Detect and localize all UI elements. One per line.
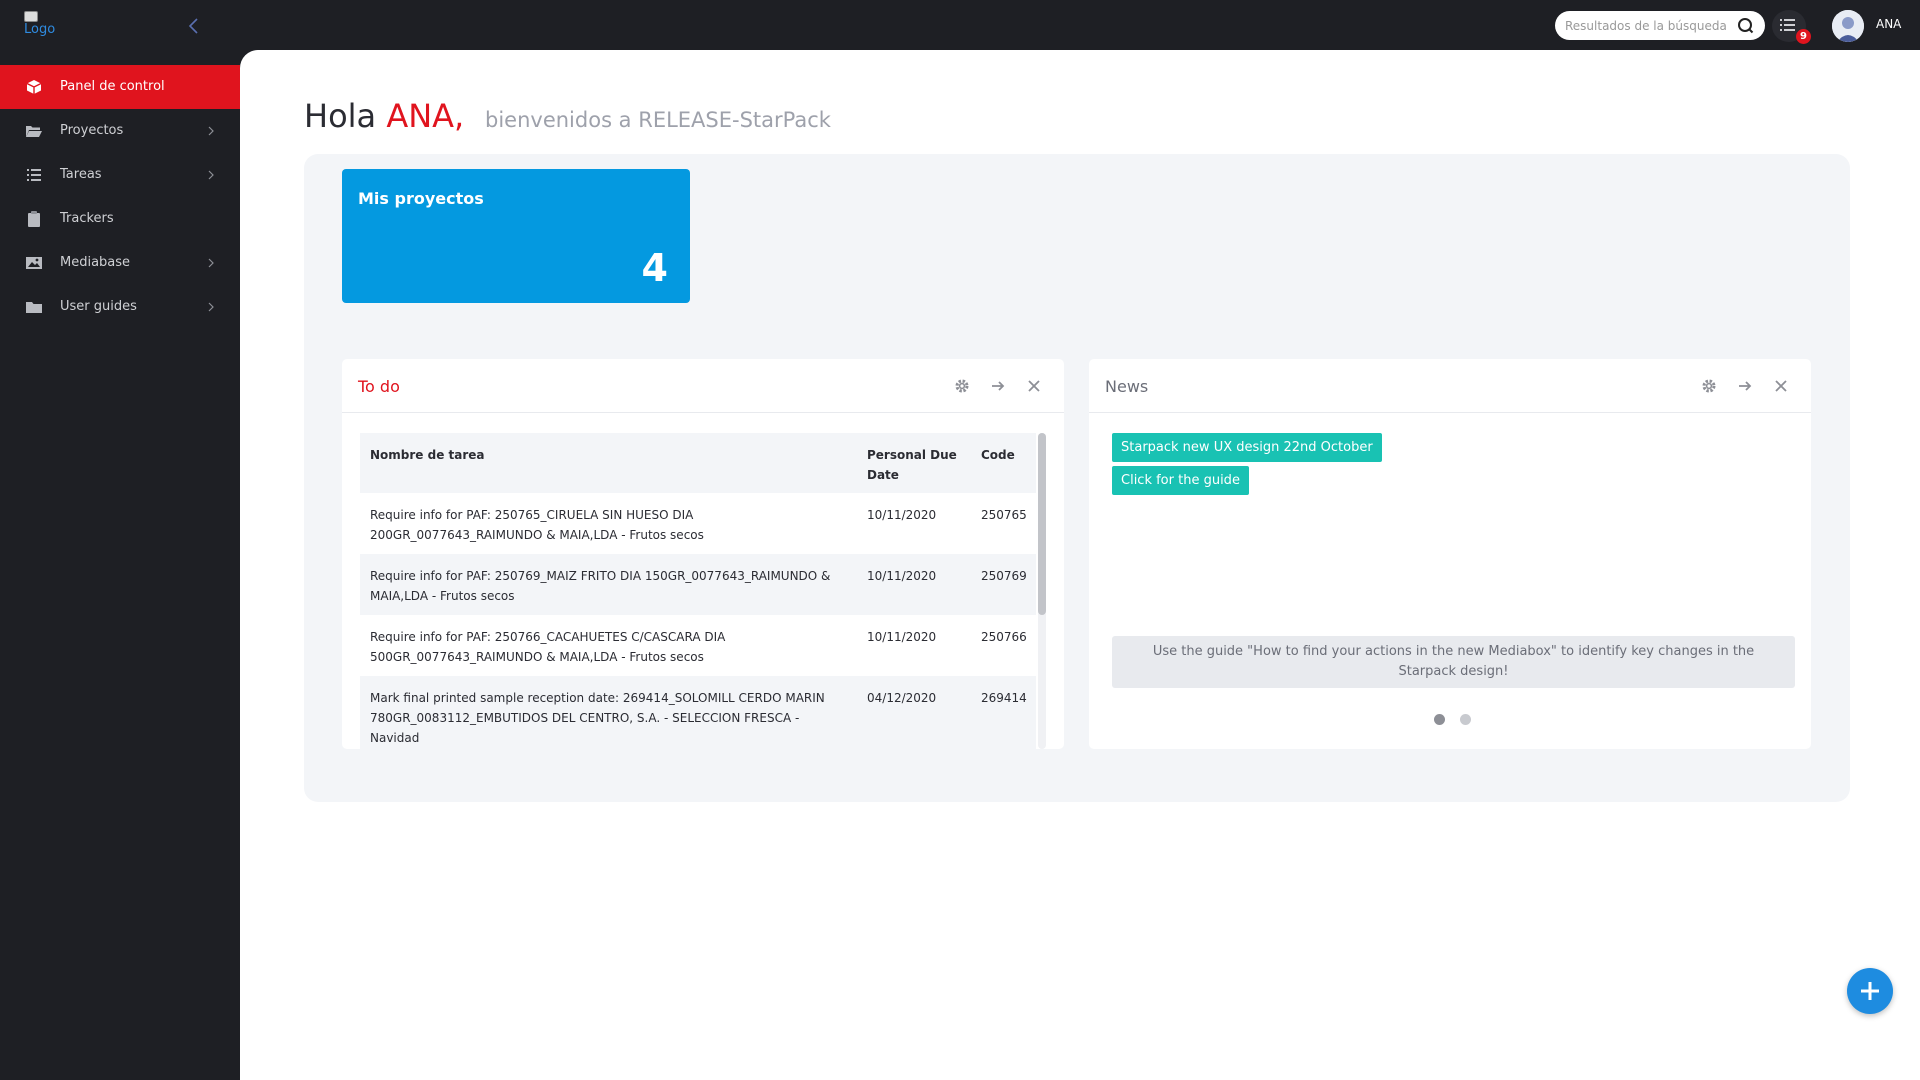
sidebar-item-label: Proyectos — [60, 123, 124, 138]
close-icon[interactable] — [1773, 378, 1789, 394]
sidebar-item-label: Trackers — [60, 211, 114, 226]
plus-icon — [1861, 982, 1879, 1000]
folder-icon — [26, 302, 42, 313]
task-code: 250766 — [981, 630, 1027, 644]
arrow-right-icon[interactable] — [990, 378, 1006, 394]
chevron-right-icon — [208, 302, 214, 312]
task-name: Mark final printed sample reception date… — [370, 691, 825, 745]
broken-image-icon — [24, 11, 38, 22]
collapse-sidebar-button[interactable] — [184, 16, 204, 36]
folder-open-icon — [26, 126, 42, 137]
clipboard-icon — [28, 211, 40, 227]
sidebar-item-mediabase[interactable]: Mediabase — [0, 241, 240, 285]
sidebar-item-label: Panel de control — [60, 79, 165, 94]
list-icon — [27, 169, 41, 181]
my-projects-count: 4 — [641, 246, 668, 290]
cube-icon — [26, 80, 42, 94]
todo-scrollbar-thumb[interactable] — [1038, 433, 1046, 615]
carousel-dot-1[interactable] — [1434, 714, 1445, 725]
sidebar-item-label: User guides — [60, 299, 137, 314]
search-input[interactable] — [1565, 17, 1733, 34]
task-code: 250769 — [981, 569, 1027, 583]
news-widget: News Starpack new UX design 22nd October… — [1089, 359, 1811, 749]
greeting-text: Hola — [304, 97, 377, 135]
task-name: Require info for PAF: 250765_CIRUELA SIN… — [370, 508, 704, 542]
todo-scrollbar[interactable] — [1038, 433, 1046, 749]
notification-count-badge: 9 — [1796, 29, 1811, 44]
column-header-code[interactable]: Code — [981, 445, 1015, 465]
logo-alt-text: Logo — [24, 22, 56, 37]
sidebar-item-trackers[interactable]: Trackers — [0, 197, 240, 241]
chevron-right-icon — [208, 126, 214, 136]
news-message: Use the guide "How to find your actions … — [1112, 636, 1795, 688]
user-avatar-icon — [1832, 10, 1864, 42]
notifications-button[interactable]: 9 — [1772, 10, 1811, 44]
search-icon[interactable] — [1737, 17, 1754, 34]
news-widget-header: News — [1089, 359, 1811, 413]
sidebar: Panel de control Proyectos Tareas Tracke… — [0, 50, 240, 1080]
table-row[interactable]: Require info for PAF: 250765_CIRUELA SIN… — [360, 493, 1036, 554]
column-header-task[interactable]: Nombre de tarea — [370, 445, 485, 465]
sidebar-item-proyectos[interactable]: Proyectos — [0, 109, 240, 153]
task-name: Require info for PAF: 250766_CACAHUETES … — [370, 630, 726, 664]
gear-icon[interactable] — [1701, 378, 1717, 394]
username[interactable]: ANA — [1876, 17, 1901, 31]
sidebar-item-label: Mediabase — [60, 255, 131, 270]
list-icon — [1780, 19, 1795, 31]
sidebar-item-tareas[interactable]: Tareas — [0, 153, 240, 197]
carousel-dot-2[interactable] — [1460, 714, 1471, 725]
chevron-right-icon — [208, 258, 214, 268]
task-code: 250765 — [981, 508, 1027, 522]
my-projects-title: Mis proyectos — [358, 189, 484, 208]
welcome-text: bienvenidos a RELEASE-StarPack — [485, 108, 831, 132]
table-row[interactable]: Require info for PAF: 250769_MAIZ FRITO … — [360, 554, 1036, 615]
greeting-user-name: ANA, — [386, 97, 465, 135]
my-projects-card[interactable]: Mis proyectos 4 — [342, 169, 690, 303]
greeting: Hola ANA, — [304, 97, 464, 135]
dashboard-panel: Mis proyectos 4 To do Nombre de tarea Pe… — [304, 154, 1850, 802]
sidebar-item-label: Tareas — [60, 167, 102, 182]
news-widget-title: News — [1105, 377, 1149, 396]
chevron-left-icon — [188, 18, 198, 34]
task-due-date: 04/12/2020 — [867, 691, 937, 705]
close-icon[interactable] — [1026, 378, 1042, 394]
sidebar-item-panel-de-control[interactable]: Panel de control — [0, 65, 240, 109]
main-content: Hola ANA, bienvenidos a RELEASE-StarPack… — [240, 50, 1920, 1080]
column-header-due-date[interactable]: Personal Due Date — [867, 445, 967, 485]
todo-widget-title: To do — [358, 377, 400, 396]
add-button[interactable] — [1847, 968, 1893, 1014]
todo-widget: To do Nombre de tarea Personal Due Date … — [342, 359, 1064, 749]
image-icon — [26, 257, 42, 269]
news-tag-ux-design[interactable]: Starpack new UX design 22nd October — [1112, 433, 1382, 462]
task-name: Require info for PAF: 250769_MAIZ FRITO … — [370, 569, 831, 603]
arrow-right-icon[interactable] — [1737, 378, 1753, 394]
task-due-date: 10/11/2020 — [867, 508, 937, 522]
todo-widget-header: To do — [342, 359, 1064, 413]
todo-table: Nombre de tarea Personal Due Date Code R… — [360, 433, 1036, 749]
table-row[interactable]: Require info for PAF: 250766_CACAHUETES … — [360, 615, 1036, 676]
chevron-right-icon — [208, 170, 214, 180]
news-tag-guide-link[interactable]: Click for the guide — [1112, 466, 1249, 495]
search-box — [1555, 11, 1765, 40]
task-code: 269414 — [981, 691, 1027, 705]
table-row[interactable]: Mark final printed sample reception date… — [360, 676, 1036, 749]
gear-icon[interactable] — [954, 378, 970, 394]
avatar[interactable] — [1832, 10, 1864, 42]
task-due-date: 10/11/2020 — [867, 630, 937, 644]
sidebar-item-user-guides[interactable]: User guides — [0, 285, 240, 329]
logo[interactable]: Logo — [24, 11, 55, 36]
task-due-date: 10/11/2020 — [867, 569, 937, 583]
todo-table-header: Nombre de tarea Personal Due Date Code — [360, 433, 1036, 493]
top-bar: Logo 9 ANA — [0, 0, 1920, 50]
